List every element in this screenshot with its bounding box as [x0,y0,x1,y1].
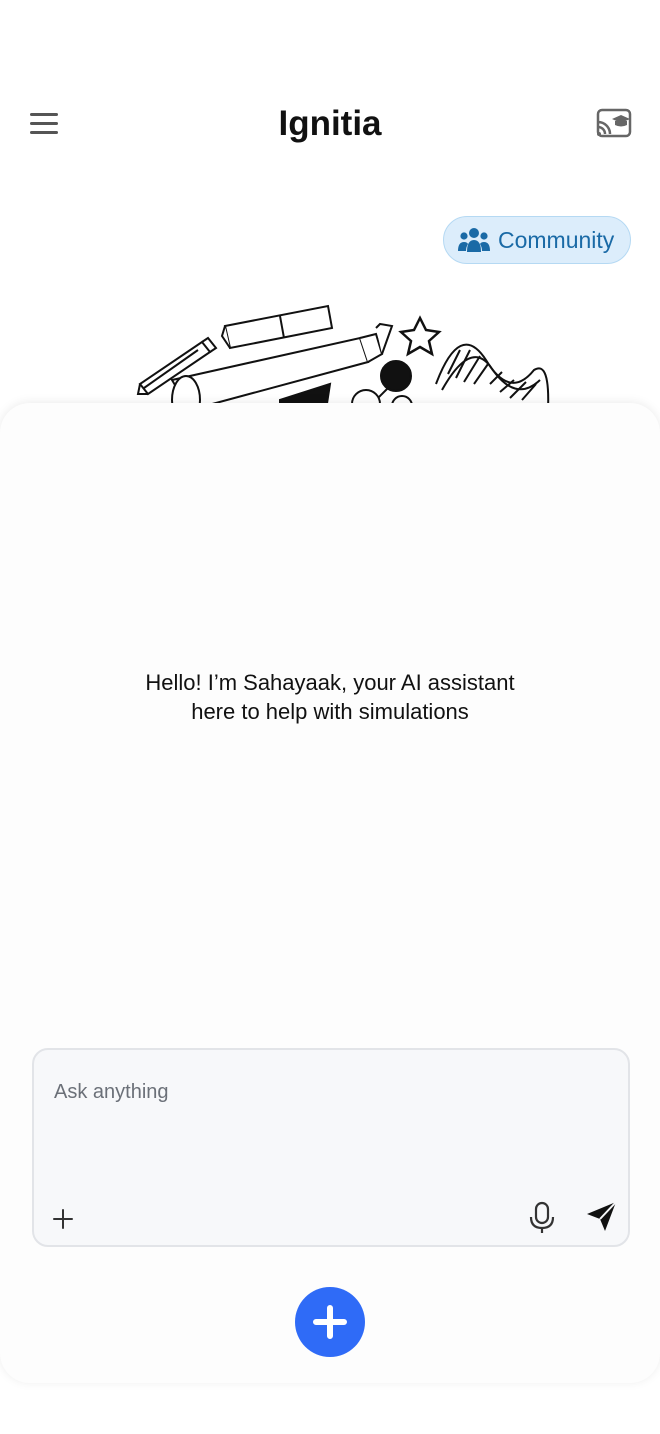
star-icon [398,315,442,357]
community-label: Community [498,226,615,253]
app-title: Ignitia [278,104,382,143]
assistant-greeting: Hello! I’m Sahayaak, your AI assistant h… [80,668,580,726]
plus-circle-icon [313,1305,347,1339]
chat-card: Hello! I’m Sahayaak, your AI assistant h… [0,403,660,1383]
ask-input[interactable] [52,1074,576,1110]
app-header: Ignitia [0,90,660,162]
greeting-line: Hello! I’m Sahayaak, your AI assistant [145,670,515,695]
new-chat-button[interactable] [295,1287,365,1357]
eraser-icon [220,304,334,350]
send-icon[interactable] [584,1200,618,1234]
dna-icon [435,343,550,410]
science-illustration [130,300,560,410]
plus-icon[interactable] [50,1206,76,1232]
cast-classroom-icon[interactable] [594,106,634,142]
people-group-icon [458,228,490,252]
greeting-line: here to help with simulations [191,699,469,724]
microphone-icon[interactable] [528,1201,556,1235]
community-button[interactable]: Community [443,216,631,264]
message-composer [32,1048,630,1247]
